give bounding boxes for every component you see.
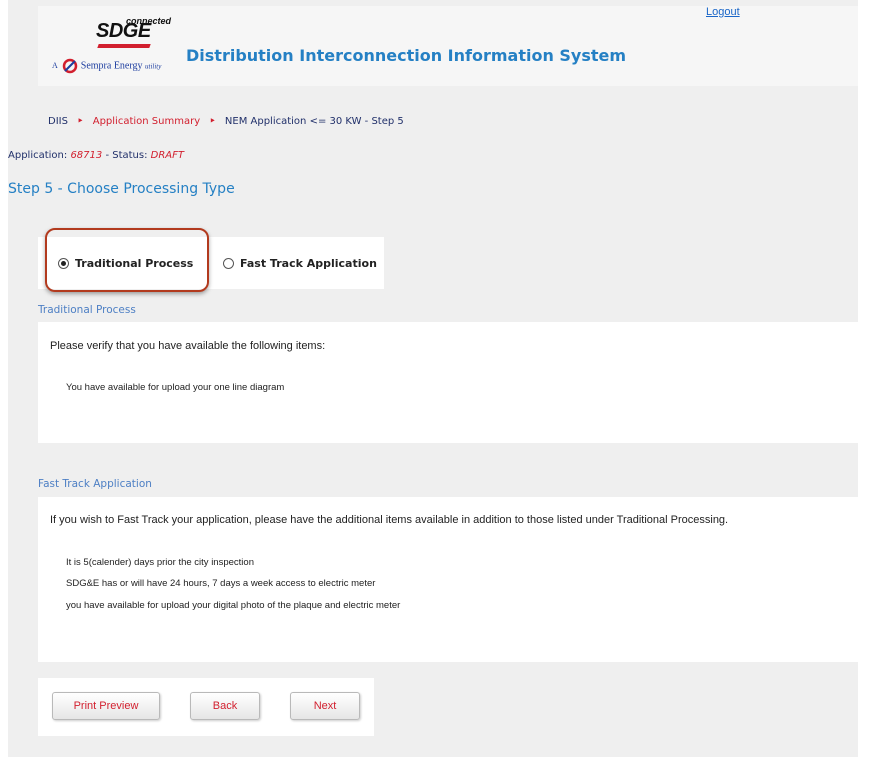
fast-track-radio[interactable] xyxy=(223,257,234,269)
breadcrumb-application-summary[interactable]: Application Summary xyxy=(93,116,200,127)
next-button[interactable]: Next xyxy=(290,692,360,720)
breadcrumb-separator-icon: ‣ xyxy=(77,116,84,127)
fast-track-item: It is 5(calender) days prior the city in… xyxy=(66,557,254,568)
fast-track-intro: If you wish to Fast Track your applicati… xyxy=(50,514,729,526)
fast-track-item: you have available for upload your digit… xyxy=(66,600,401,611)
application-status: Application: 68713 - Status: DRAFT xyxy=(8,150,184,161)
traditional-panel: Please verify that you have available th… xyxy=(38,322,858,443)
traditional-item: You have available for upload your one l… xyxy=(66,382,285,393)
page-background: SDGE connected A Sempra Energy utility D… xyxy=(8,0,858,757)
back-button[interactable]: Back xyxy=(190,692,260,720)
fast-track-option[interactable]: Fast Track Application xyxy=(223,237,377,289)
application-id: 68713 xyxy=(70,150,103,161)
fast-track-label: Fast Track Application xyxy=(240,256,377,270)
status-value: DRAFT xyxy=(150,150,185,161)
fast-track-item: SDG&E has or will have 24 hours, 7 days … xyxy=(66,578,376,589)
action-bar: Print Preview Back Next xyxy=(38,678,374,736)
selection-highlight-ring xyxy=(45,228,209,292)
fast-track-section-title: Fast Track Application xyxy=(38,478,152,490)
breadcrumb-diis[interactable]: DIIS xyxy=(48,116,68,127)
print-preview-button[interactable]: Print Preview xyxy=(52,692,160,720)
traditional-intro: Please verify that you have available th… xyxy=(50,340,326,352)
breadcrumb: DIIS ‣ Application Summary ‣ NEM Applica… xyxy=(48,116,404,127)
status-label: - Status: xyxy=(105,150,148,161)
traditional-section-title: Traditional Process xyxy=(38,304,136,316)
fast-track-panel: If you wish to Fast Track your applicati… xyxy=(38,497,858,662)
application-label: Application: xyxy=(8,150,68,161)
breadcrumb-current: NEM Application <= 30 KW - Step 5 xyxy=(224,116,404,127)
page-title: Step 5 - Choose Processing Type xyxy=(8,181,235,197)
breadcrumb-separator-icon: ‣ xyxy=(209,116,216,127)
